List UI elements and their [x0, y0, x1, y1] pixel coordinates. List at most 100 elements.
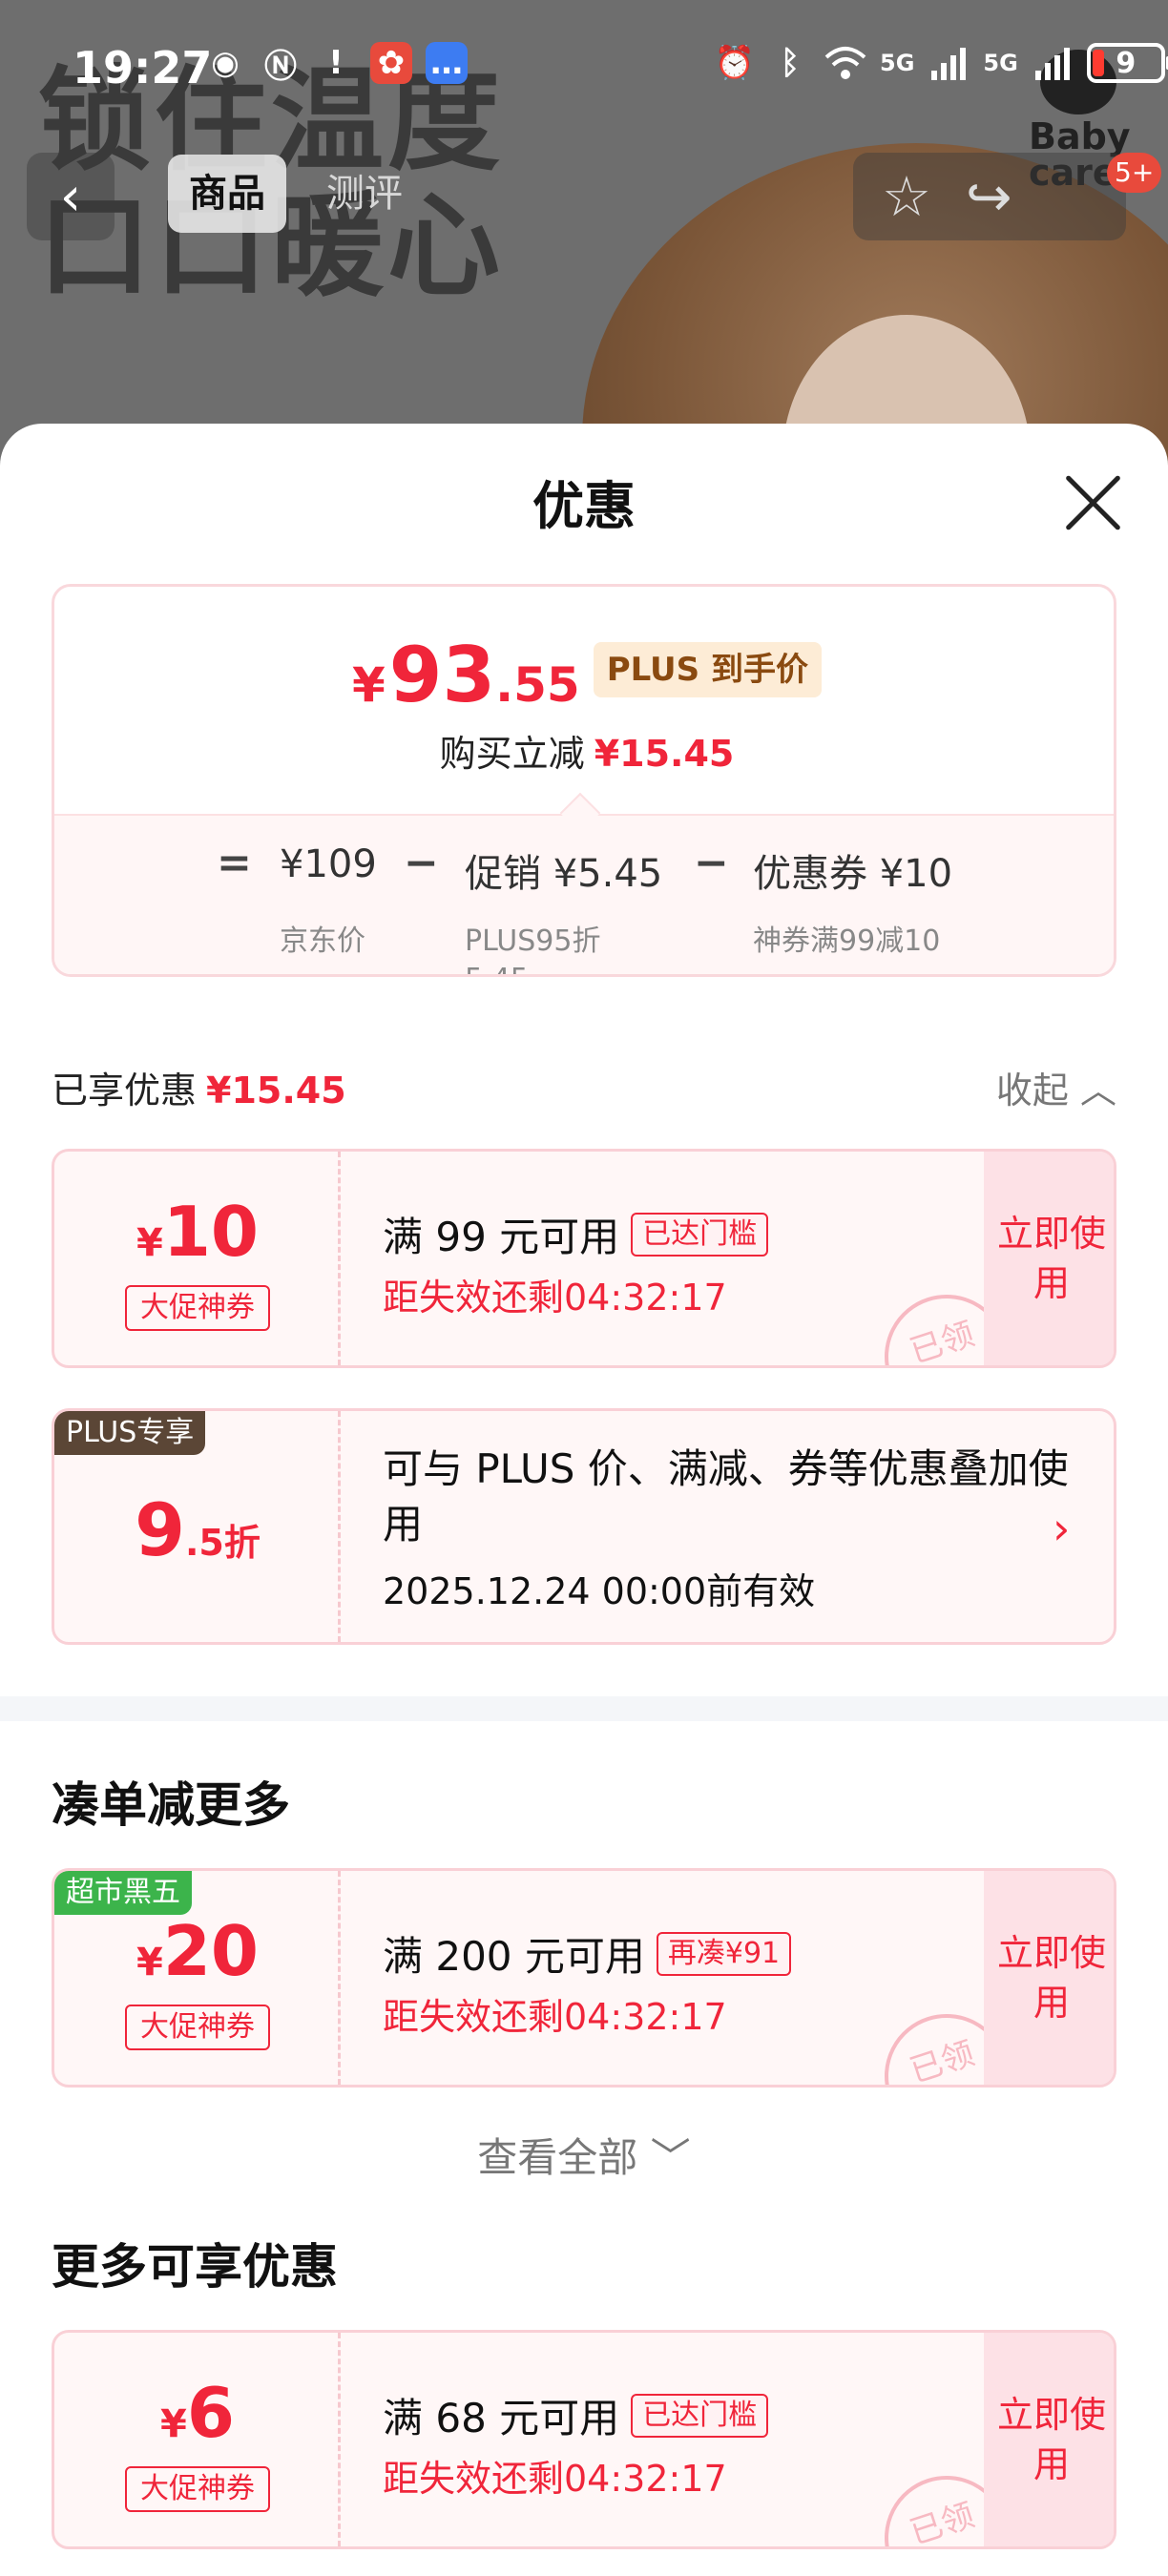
signal-label-2: 5G: [983, 50, 1018, 76]
view-all-label: 查看全部: [477, 2134, 638, 2181]
plus-validity: 2025.12.24 00:00前有效: [383, 1570, 816, 1612]
coupon-card-6: ¥ 6 大促神券 满 68 元可用 已达门槛 距失效还剩04:32:17 已领 …: [52, 2330, 1116, 2549]
alarm-icon: ⏰: [714, 44, 756, 82]
coupon-value-panel: ¥ 10 大促神券: [54, 1152, 341, 1365]
coupon-amount: ¥ 6: [54, 2379, 341, 2447]
message-icon: …: [426, 42, 468, 84]
collapse-toggle[interactable]: 收起 ︿: [996, 1061, 1116, 1113]
formula-promo-note: PLUS95折 5.45: [465, 923, 601, 974]
coupon-value-panel: 超市黑五 ¥ 20 大促神券: [54, 1871, 341, 2085]
threshold-chip: 已达门槛: [631, 1212, 769, 1257]
plus-exclusive-badge: PLUS专享: [54, 1411, 206, 1455]
enjoyed-value: ¥15.45: [206, 1070, 346, 1111]
battery-indicator: 9: [1086, 43, 1168, 83]
signal-icon-2: [1032, 42, 1074, 84]
formula-minus-1: −: [404, 839, 439, 887]
plus-discount-panel: PLUS专享 9 .5折: [54, 1411, 341, 1642]
app-notification-icon: ✿: [370, 42, 412, 84]
chevron-left-icon: ‹: [59, 165, 82, 228]
plus-discount-value: 9 .5折: [54, 1487, 341, 1572]
status-bar: 19:27 ◉ Ⓝ ! ✿ … ⏰ ᛒ 5G 5G 9: [0, 0, 1168, 134]
formula-equals: =: [217, 839, 252, 887]
use-now-button[interactable]: 立即使用: [984, 2333, 1114, 2546]
tab-product[interactable]: 商品: [168, 155, 286, 233]
sheet-title: 优惠: [532, 476, 636, 536]
price-currency: ¥: [351, 657, 386, 713]
instant-reduction: 购买立减 ¥15.45: [54, 724, 1114, 777]
plus-discount-card[interactable]: PLUS专享 9 .5折 可与 PLUS 价、满减、券等优惠叠加使用 2025.…: [52, 1408, 1116, 1645]
coupon-currency: ¥: [136, 1221, 163, 1265]
coupon-type-tag: 大促神券: [125, 1285, 270, 1331]
final-price-value: ¥ 93 .55: [352, 631, 580, 719]
enjoyed-discount: 已享优惠 ¥15.45: [52, 1061, 346, 1113]
enjoyed-discount-row: 已享优惠 ¥15.45 收起 ︿: [52, 1061, 1116, 1114]
enjoyed-label: 已享优惠: [52, 1070, 198, 1111]
nfc-icon: Ⓝ: [264, 47, 297, 86]
coupon-value-panel: ¥ 6 大促神券: [54, 2333, 341, 2546]
coupon-card-10: ¥ 10 大促神券 满 99 元可用 已达门槛 距失效还剩04:32:17 已领…: [52, 1149, 1116, 1368]
instant-reduction-label: 购买立减: [439, 733, 585, 775]
coupon-countdown: 距失效还剩04:32:17: [383, 2458, 727, 2500]
tab-review[interactable]: 测评: [305, 155, 424, 233]
section-title-more-offers: 更多可享优惠: [52, 2239, 338, 2295]
formula-coupon: 优惠券 ¥10: [753, 852, 953, 896]
close-button[interactable]: [1059, 469, 1126, 536]
coupon-countdown: 距失效还剩04:32:17: [383, 1996, 727, 2038]
coupon-amount-value: 6: [186, 2373, 235, 2453]
formula-coupon-note: 神券满99减10: [753, 924, 941, 958]
coupon-currency: ¥: [160, 2402, 187, 2446]
formula-promo-note-1: PLUS95折: [465, 924, 601, 958]
share-icon[interactable]: ↪: [966, 169, 1012, 224]
plus-discount-suffix: .5折: [185, 1522, 261, 1564]
eye-icon: ◉: [211, 44, 240, 82]
coupon-amount: ¥ 10: [54, 1197, 341, 1266]
star-icon[interactable]: ☆: [882, 169, 931, 224]
formula-jd-price: ¥109: [280, 842, 377, 886]
threshold-chip: 已达门槛: [631, 2393, 769, 2438]
coupon-condition-text: 满 99 元可用: [383, 1214, 620, 1260]
bluetooth-icon: ᛒ: [780, 44, 801, 82]
chevron-up-icon: ︿: [1079, 1070, 1116, 1111]
formula-promo: 促销 ¥5.45: [465, 852, 663, 896]
formula-minus-2: −: [694, 839, 729, 887]
price-decimal: .55: [495, 657, 580, 713]
status-system-icons: ⏰ ᛒ 5G 5G 9: [714, 42, 1168, 84]
instant-reduction-value: ¥15.45: [594, 733, 735, 775]
collapse-label: 收起: [995, 1070, 1069, 1111]
price-formula: = ¥109 京东价 − 促销 ¥5.45 PLUS95折 5.45 − 优惠券…: [54, 814, 1114, 974]
signal-icon-1: [928, 42, 970, 84]
discount-sheet: 优惠 ¥ 93 .55 PLUS 到手价 购买立减 ¥15.45 = ¥109 京…: [0, 424, 1168, 2576]
coupon-card-20: 超市黑五 ¥ 20 大促神券 满 200 元可用 再凑¥91 距失效还剩04:3…: [52, 1868, 1116, 2088]
supermarket-black-friday-badge: 超市黑五: [54, 1871, 192, 1915]
price-summary-card: ¥ 93 .55 PLUS 到手价 购买立减 ¥15.45 = ¥109 京东价 …: [52, 584, 1116, 977]
coupon-type-tag: 大促神券: [125, 2005, 270, 2050]
alert-icon: !: [328, 44, 344, 82]
signal-label-1: 5G: [880, 50, 915, 76]
price-integer: 93: [388, 631, 496, 719]
use-now-button[interactable]: 立即使用: [984, 1152, 1114, 1365]
section-title-bundle: 凑单减更多: [52, 1777, 290, 1833]
status-time: 19:27: [73, 42, 213, 93]
plus-discount-description: 可与 PLUS 价、满减、券等优惠叠加使用: [383, 1445, 1069, 1548]
coupon-condition-text: 满 200 元可用: [383, 1933, 645, 1980]
coupon-amount: ¥ 20: [54, 1917, 341, 1985]
chevron-down-icon: ﹀: [650, 2134, 691, 2181]
formula-jd-price-label: 京东价: [280, 924, 365, 958]
view-all-link[interactable]: 查看全部 ﹀: [0, 2126, 1168, 2184]
section-divider: [0, 1696, 1168, 1721]
final-price: ¥ 93 .55 PLUS 到手价: [54, 631, 1114, 719]
formula-promo-note-2: 5.45: [465, 963, 529, 974]
coupon-amount-value: 10: [162, 1192, 260, 1272]
plus-discount-number: 9: [135, 1487, 185, 1572]
product-tabs: 商品 测评: [168, 155, 424, 233]
status-notification-icons: ◉ Ⓝ ! ✿ …: [204, 42, 468, 86]
chevron-right-icon: ›: [1053, 1503, 1071, 1554]
cart-badge: 5+: [1107, 153, 1162, 193]
use-now-button[interactable]: 立即使用: [984, 1871, 1114, 2085]
coupon-condition: 满 200 元可用 再凑¥91: [383, 1924, 792, 1983]
wifi-icon: [824, 42, 866, 84]
coupon-condition: 满 99 元可用 已达门槛: [383, 1205, 769, 1263]
back-button[interactable]: ‹: [27, 153, 115, 240]
coupon-countdown: 距失效还剩04:32:17: [383, 1277, 727, 1319]
coupon-condition-text: 满 68 元可用: [383, 2395, 620, 2441]
